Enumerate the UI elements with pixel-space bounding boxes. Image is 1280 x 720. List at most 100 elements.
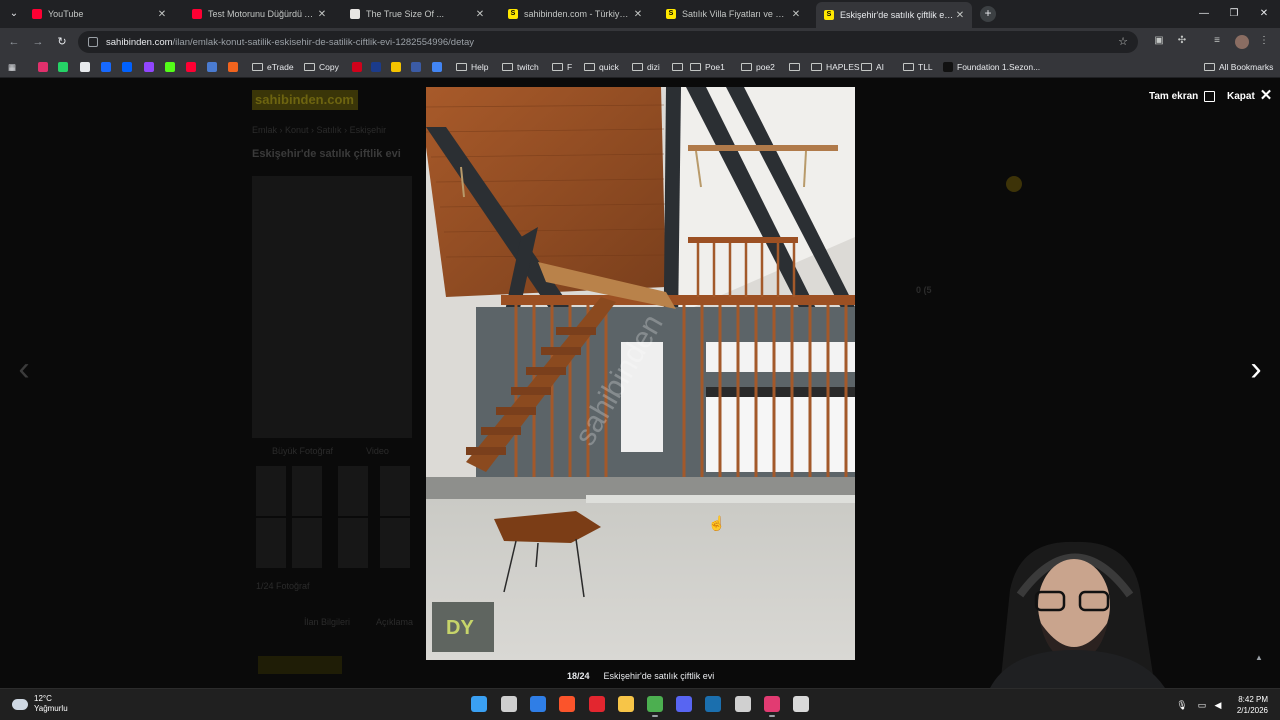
cast-icon[interactable]: ▣ <box>1152 34 1166 48</box>
bookmark-folder[interactable] <box>789 60 804 74</box>
bookmark-translate-icon[interactable] <box>432 60 446 74</box>
menu-kebab-icon[interactable]: ⋮ <box>1257 34 1271 48</box>
streaming-app[interactable] <box>764 696 780 717</box>
tab-3[interactable]: The True Size Of ... ✕ <box>342 2 492 26</box>
tab-close-icon[interactable]: ✕ <box>790 9 802 20</box>
discord-app[interactable] <box>676 696 692 712</box>
apps-grid-icon[interactable]: ▦ <box>8 60 16 74</box>
bookmark-x-icon[interactable] <box>80 60 94 74</box>
tab-1[interactable]: YouTube ✕ <box>24 2 174 26</box>
bookmark-b-app-icon[interactable] <box>371 60 385 74</box>
bookmark-yellow-app-icon[interactable] <box>391 60 405 74</box>
back-arrow-icon[interactable]: ← <box>6 34 22 50</box>
all-bookmarks-button[interactable]: All Bookmarks <box>1204 60 1273 74</box>
instagram-icon <box>38 62 48 72</box>
network-icon[interactable]: ▭ <box>1196 699 1208 711</box>
bookmark-instagram-icon[interactable] <box>38 60 52 74</box>
bookmark-kick-icon[interactable] <box>165 60 179 74</box>
tab-6[interactable]: S Eskişehir'de satılık çiftlik evi - S...… <box>816 2 972 28</box>
fullscreen-label: Tam ekran <box>1149 90 1199 102</box>
profile-avatar[interactable] <box>1235 35 1249 49</box>
file-explorer-app[interactable] <box>618 696 634 712</box>
todo-app[interactable] <box>530 696 546 712</box>
thumbnail[interactable] <box>338 518 368 568</box>
window-close-icon[interactable]: ✕ <box>1256 6 1272 22</box>
bookmark-browser-icon[interactable] <box>207 60 221 74</box>
gallery-main-photo[interactable]: sahibinden DY <box>426 87 855 660</box>
bookmark-folder[interactable]: poe2 <box>741 60 775 74</box>
start-button[interactable] <box>471 696 487 712</box>
thumbnail[interactable] <box>292 518 322 568</box>
site-logo[interactable]: sahibinden.com <box>252 90 358 110</box>
listing-photo[interactable] <box>252 176 412 438</box>
bookmark-folder[interactable]: Help <box>456 60 488 74</box>
action-button[interactable] <box>258 656 342 674</box>
bookmark-behance-icon[interactable] <box>101 60 115 74</box>
bookmark-twitch-icon[interactable] <box>144 60 158 74</box>
bookmark-folder[interactable] <box>672 60 687 74</box>
bookmark-dark-app-icon[interactable] <box>411 60 425 74</box>
settings-app[interactable] <box>735 696 751 712</box>
bookmark-red-app-icon[interactable] <box>352 60 366 74</box>
fullscreen-button[interactable]: Tam ekran <box>1149 89 1216 103</box>
tab-4[interactable]: Ssahibinden.com - Türkiye'nin O...✕ <box>500 2 650 26</box>
bookmark-etsy-icon[interactable] <box>228 60 242 74</box>
thumbnail[interactable] <box>256 518 286 568</box>
video-button[interactable]: Video <box>366 446 389 456</box>
tab-listing-info[interactable]: İlan Bilgileri <box>304 617 350 627</box>
steam-app[interactable] <box>705 696 721 712</box>
thumbnail[interactable] <box>380 466 410 516</box>
tab-close-icon[interactable]: ✕ <box>156 9 168 20</box>
bookmark-youtube-icon[interactable] <box>186 60 200 74</box>
bookmark-folder[interactable]: F <box>552 60 572 74</box>
reading-list-icon[interactable]: ≡ <box>1210 34 1224 48</box>
forward-arrow-icon[interactable]: → <box>30 34 46 50</box>
reload-icon[interactable]: ↻ <box>54 34 70 50</box>
weather-widget[interactable]: 12°C Yağmurlu <box>12 694 68 714</box>
bookmark-star-icon[interactable]: ☆ <box>1118 35 1128 48</box>
bookmark-whatsapp-icon[interactable] <box>58 60 72 74</box>
volume-icon[interactable]: ◀ <box>1212 699 1224 711</box>
tab-search-chevron-icon[interactable]: ⌄ <box>6 6 22 22</box>
bookmark-folder[interactable]: AI <box>861 60 884 74</box>
big-photo-button[interactable]: Büyük Fotoğraf <box>272 446 333 456</box>
tab-close-icon[interactable]: ✕ <box>316 9 328 20</box>
tab-close-icon[interactable]: ✕ <box>474 9 486 20</box>
bookmark-folder[interactable]: TLL <box>903 60 933 74</box>
thumbnail[interactable] <box>380 518 410 568</box>
next-photo-arrow-icon[interactable]: › <box>1244 352 1268 388</box>
thumbnail[interactable] <box>256 466 286 516</box>
tab-close-icon[interactable]: ✕ <box>954 10 966 21</box>
tab-2[interactable]: Test Motorunu Düğürdü Ama...✕ <box>184 2 334 26</box>
address-bar[interactable]: sahibinden.com/ilan/emlak-konut-satilik-… <box>78 31 1138 53</box>
close-gallery-button[interactable]: Kapat ✕ <box>1227 88 1272 103</box>
thumbnail[interactable] <box>338 466 368 516</box>
bookmark-folder[interactable]: HAPLES <box>811 60 860 74</box>
chrome-app[interactable] <box>647 696 663 717</box>
previous-photo-arrow-icon[interactable]: ‹ <box>12 352 36 388</box>
task-view-button[interactable] <box>501 696 517 712</box>
restore-icon[interactable]: ❐ <box>1226 6 1242 22</box>
opera-app[interactable] <box>589 696 605 712</box>
extensions-icon[interactable]: ✣ <box>1175 34 1189 48</box>
tab-close-icon[interactable]: ✕ <box>632 9 644 20</box>
brave-app[interactable] <box>559 696 575 712</box>
microphone-icon[interactable]: 🎙 <box>1176 699 1188 711</box>
bookmark-folder[interactable]: twitch <box>502 60 539 74</box>
site-info-icon[interactable] <box>88 37 98 47</box>
bookmark-page[interactable]: Foundation 1.Sezon... <box>943 60 1040 74</box>
thumbnail[interactable] <box>292 466 322 516</box>
windows-taskbar: 12°C Yağmurlu 🎙 ▭ ◀ 8:42 PM 2/1/2026 <box>0 688 1280 720</box>
bookmark-folder[interactable]: quick <box>584 60 619 74</box>
bookmark-folder[interactable]: dizi <box>632 60 660 74</box>
minimize-icon[interactable]: — <box>1196 6 1212 22</box>
tab-description[interactable]: Açıklama <box>376 617 413 627</box>
bookmark-folder[interactable]: Copy <box>304 60 339 74</box>
bookmark-dropbox-icon[interactable] <box>122 60 136 74</box>
new-tab-button[interactable]: + <box>980 6 996 22</box>
obs-app[interactable] <box>793 696 809 712</box>
bookmark-folder[interactable]: Poe1 <box>690 60 725 74</box>
system-clock[interactable]: 8:42 PM 2/1/2026 <box>1228 694 1268 716</box>
bookmark-folder[interactable]: eTrade <box>252 60 294 74</box>
tab-5[interactable]: S Satılık Villa Fiyatları ve Villa İlan..… <box>658 2 808 26</box>
